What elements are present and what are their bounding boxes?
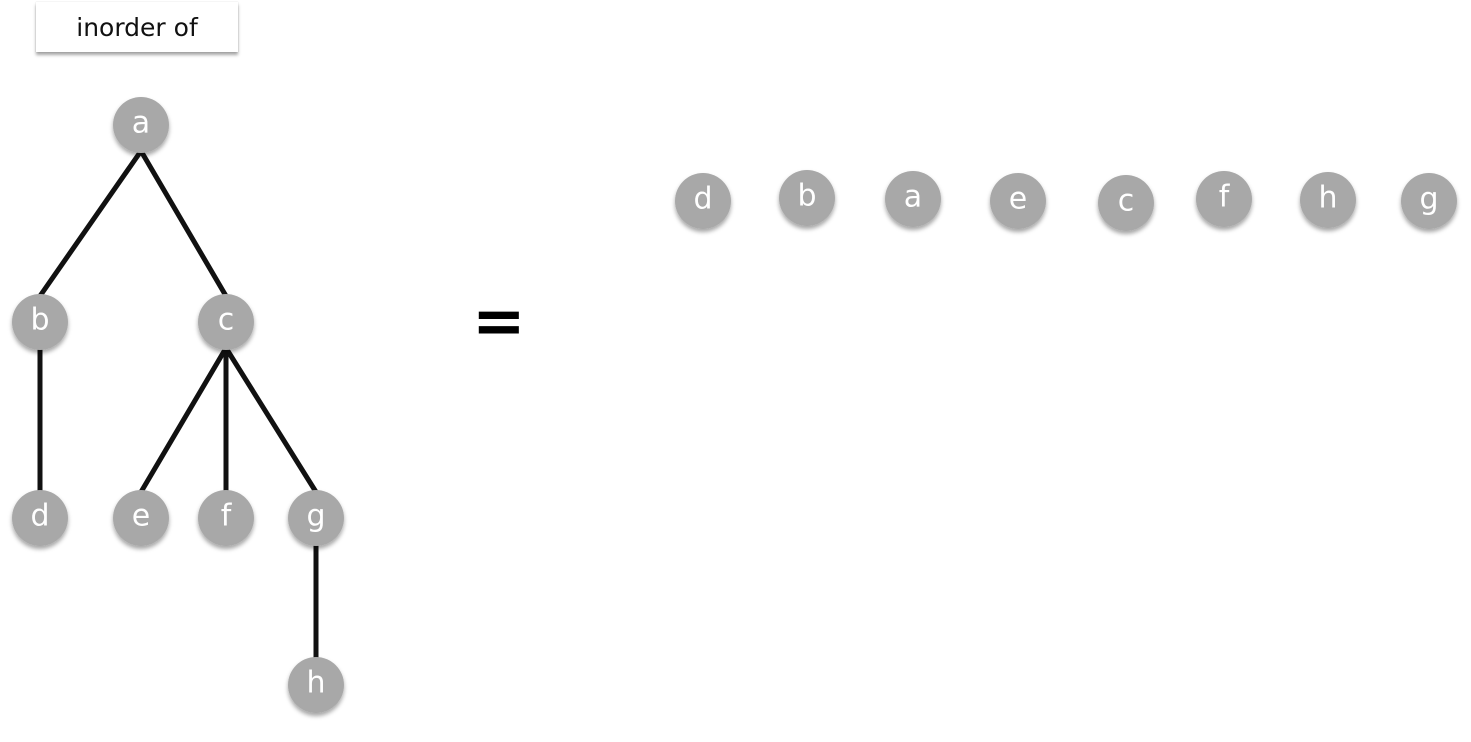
node-label: g bbox=[306, 499, 325, 534]
node-label: c bbox=[218, 303, 235, 338]
node-label: h bbox=[306, 666, 325, 701]
traversal-node-b: b bbox=[779, 170, 835, 226]
node-label: f bbox=[1219, 180, 1231, 215]
tree-node-b: b bbox=[12, 294, 68, 350]
traversal-node-d: d bbox=[675, 173, 731, 229]
tree-nodes: a b c d e f g h bbox=[12, 97, 344, 713]
tree-node-h: h bbox=[288, 657, 344, 713]
node-label: e bbox=[1009, 182, 1027, 217]
tree-diagram: a b c d e f g h d b a e c f h g bbox=[12, 97, 1457, 713]
tree-node-c: c bbox=[198, 294, 254, 350]
tree-node-e: e bbox=[113, 490, 169, 546]
traversal-node-g: g bbox=[1401, 173, 1457, 229]
node-label: d bbox=[693, 182, 712, 217]
node-label: b bbox=[797, 179, 816, 214]
traversal-node-f: f bbox=[1196, 171, 1252, 227]
tree-edges bbox=[37, 148, 319, 662]
traversal-node-h: h bbox=[1300, 172, 1356, 228]
node-label: c bbox=[1118, 184, 1135, 219]
node-label: e bbox=[132, 499, 150, 534]
node-label: b bbox=[30, 303, 49, 338]
traversal-node-a: a bbox=[885, 171, 941, 227]
node-label: f bbox=[221, 499, 233, 534]
tree-node-a: a bbox=[113, 97, 169, 153]
node-label: a bbox=[904, 180, 922, 215]
edge-c-g bbox=[223, 345, 319, 495]
traversal-sequence: dbaecfhg bbox=[675, 170, 1457, 231]
edge-c-e bbox=[138, 345, 229, 495]
tree-node-g: g bbox=[288, 490, 344, 546]
node-label: g bbox=[1419, 182, 1438, 217]
traversal-node-c: c bbox=[1098, 175, 1154, 231]
edge-a-b bbox=[37, 148, 144, 299]
traversal-node-e: e bbox=[990, 173, 1046, 229]
node-label: a bbox=[132, 106, 150, 141]
node-label: d bbox=[30, 499, 49, 534]
equals-sign: = bbox=[472, 285, 526, 359]
edge-a-c bbox=[138, 148, 229, 299]
tree-node-d: d bbox=[12, 490, 68, 546]
node-label: h bbox=[1318, 181, 1337, 216]
tree-node-f: f bbox=[198, 490, 254, 546]
